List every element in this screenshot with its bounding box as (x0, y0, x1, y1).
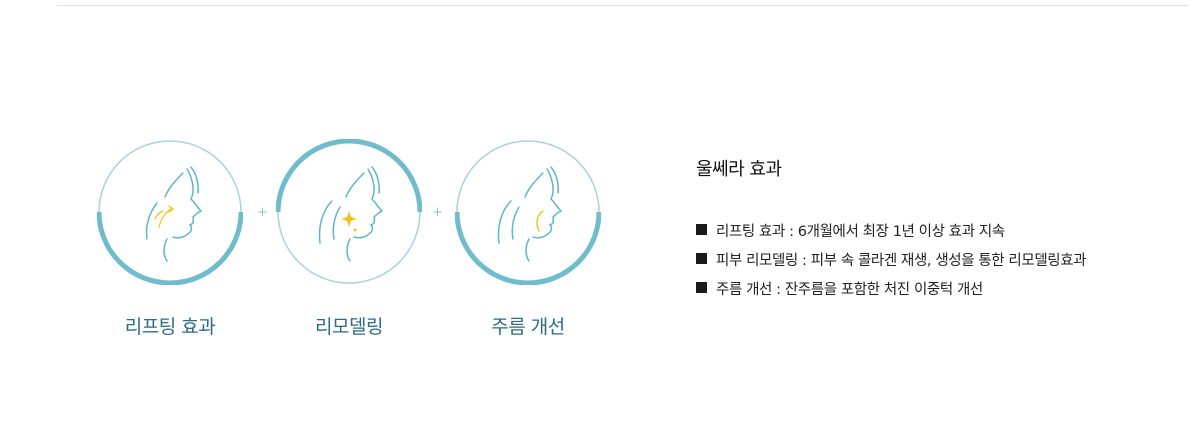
effect-remodeling-text: 피부 리모델링 : 피부 속 콜라겐 재생, 생성을 통한 리모델링효과 (716, 253, 1087, 269)
lifting-effect-caption: 리프팅 효과 (124, 316, 216, 338)
square-bullet-icon (696, 253, 707, 264)
top-divider (57, 5, 1188, 6)
remodeling-caption: 리모델링 (315, 316, 383, 338)
lifting-face-icon (97, 140, 243, 285)
remodeling-effect-badge (276, 139, 422, 285)
square-bullet-icon (696, 224, 707, 235)
effect-lifting-text: 리프팅 효과 : 6개월에서 최장 1년 이상 효과 지속 (716, 224, 1005, 240)
lifting-effect-badge (97, 139, 243, 285)
remodeling-face-icon (276, 139, 422, 284)
wrinkle-face-icon (455, 140, 601, 285)
plus-sign: + (432, 205, 443, 220)
list-item: 리프팅 효과 : 6개월에서 최장 1년 이상 효과 지속 (696, 220, 1086, 249)
list-item: 피부 리모델링 : 피부 속 콜라겐 재생, 생성을 통한 리모델링효과 (696, 249, 1086, 278)
wrinkle-effect-badge (455, 139, 601, 285)
effects-list: 리프팅 효과 : 6개월에서 최장 1년 이상 효과 지속 피부 리모델링 : … (696, 220, 1086, 307)
wrinkle-caption: 주름 개선 (491, 316, 565, 338)
list-item: 주름 개선 : 잔주름을 포함한 처진 이중턱 개선 (696, 278, 1086, 307)
effect-wrinkle-text: 주름 개선 : 잔주름을 포함한 처진 이중턱 개선 (716, 282, 983, 298)
effects-title: 울쎄라 효과 (696, 159, 782, 180)
plus-sign: + (257, 205, 268, 220)
square-bullet-icon (696, 282, 707, 293)
